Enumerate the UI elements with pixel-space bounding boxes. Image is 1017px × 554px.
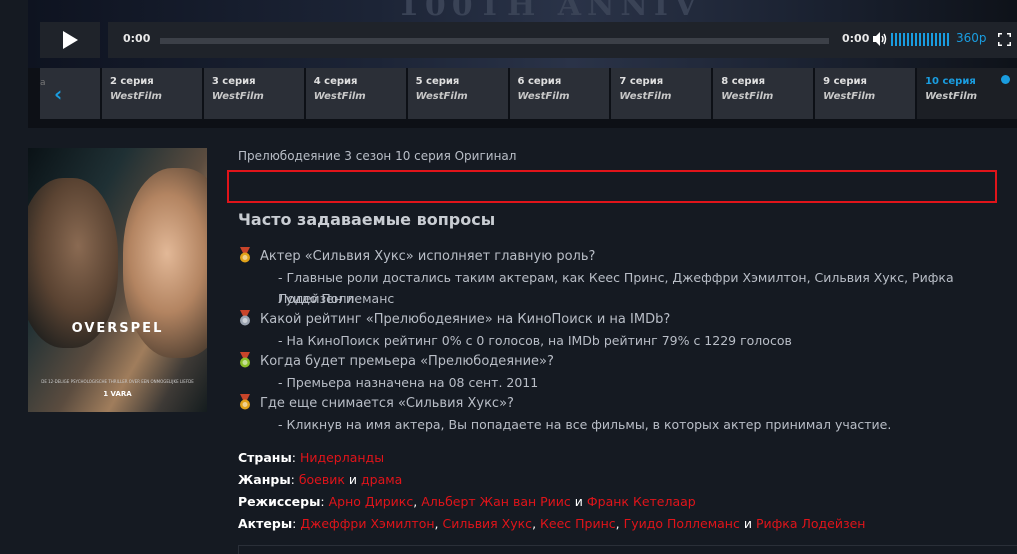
episode-studio: WestFilm	[211, 91, 264, 102]
directors-links: Арно Дирикс, Альберт Жан ван Риис и Фран…	[328, 494, 696, 509]
episode-studio: WestFilm	[721, 91, 774, 102]
faq-question: Актер «Сильвия Хукс» исполняет главную р…	[238, 246, 595, 267]
faq-question-text: Когда будет премьера «Прелюбодеяние»?	[260, 354, 554, 369]
episode-item[interactable]: 10 серия WestFilm	[917, 68, 1017, 119]
episode-item[interactable]: 9 серия WestFilm	[815, 68, 916, 119]
episode-number: 6 серия	[517, 76, 562, 87]
faq-answer: - Премьера назначена на 08 сент. 2011	[278, 375, 539, 390]
episode-item[interactable]: 4 серия WestFilm	[305, 68, 406, 119]
episode-strip: а ‹ 2 серия WestFilm 3 серия WestFilm 4 сери…	[40, 68, 1017, 119]
actors-link[interactable]: Рифка Лодейзен	[756, 516, 866, 531]
poster-logo: 1 VARA	[103, 390, 132, 398]
directors-row: Режиссеры: Арно Дирикс, Альберт Жан ван …	[238, 494, 696, 509]
genres-links: боевик и драма	[299, 472, 403, 487]
episode-number: 4 серия	[313, 76, 358, 87]
episode-studio: WestFilm	[313, 91, 366, 102]
actors-row: Актеры: Джеффри Хэмилтон, Сильвия Хукс, …	[238, 516, 866, 531]
directors-link[interactable]: Альберт Жан ван Риис	[421, 494, 571, 509]
active-indicator-icon	[1001, 75, 1011, 84]
episode-number: 8 серия	[721, 76, 766, 87]
episode-item[interactable]: 7 серия WestFilm	[611, 68, 712, 119]
conjunction-and: и	[574, 494, 583, 509]
chevron-left-icon: ‹	[54, 82, 63, 106]
episode-studio: WestFilm	[415, 91, 468, 102]
faq-answer: - Кликнув на имя актера, Вы попадаете на…	[278, 417, 892, 432]
current-time: 0:00	[123, 32, 151, 45]
prev-episode-fragment: а	[40, 78, 46, 88]
faq-question: Где еще снимается «Сильвия Хукс»?	[238, 393, 514, 414]
medal-icon	[240, 394, 250, 410]
volume-slider[interactable]	[891, 33, 949, 46]
fullscreen-icon[interactable]	[998, 33, 1011, 46]
conjunction-and: и	[743, 516, 752, 531]
faq-answer: - На КиноПоиск рейтинг 0% с 0 голосов, н…	[278, 333, 792, 348]
faq-question: Когда будет премьера «Прелюбодеяние»?	[238, 351, 554, 372]
episode-prev-button[interactable]: а ‹	[40, 68, 100, 119]
player-controls: 0:00 0:00 360p	[28, 22, 1017, 58]
play-icon	[63, 31, 78, 49]
countries-link[interactable]: Нидерланды	[300, 450, 384, 465]
faq-question-text: Актер «Сильвия Хукс» исполняет главную р…	[260, 249, 596, 264]
episode-number: 10 серия	[925, 76, 976, 87]
medal-icon	[240, 352, 250, 368]
genres-link[interactable]: драма	[361, 472, 402, 487]
conjunction-and: и	[348, 472, 358, 487]
actors-link[interactable]: Джеффри Хэмилтон	[300, 516, 434, 531]
episode-item[interactable]: 8 серия WestFilm	[713, 68, 814, 119]
episode-item[interactable]: 5 серия WestFilm	[407, 68, 508, 119]
episode-number: 7 серия	[619, 76, 664, 87]
play-button[interactable]	[40, 22, 100, 58]
actors-link[interactable]: Гуидо Поллеманс	[624, 516, 740, 531]
progress-bar[interactable]	[160, 38, 829, 44]
volume-icon[interactable]	[873, 32, 888, 46]
genres-label: Жанры	[238, 472, 291, 487]
actors-link[interactable]: Кеес Принс	[540, 516, 616, 531]
directors-label: Режиссеры	[238, 494, 321, 509]
page-subtitle: Прелюбодеяние 3 сезон 10 серия Оригинал	[238, 149, 517, 163]
actors-link[interactable]: Сильвия Хукс	[442, 516, 532, 531]
countries-label: Страны	[238, 450, 292, 465]
episode-studio: WestFilm	[619, 91, 672, 102]
directors-link[interactable]: Франк Кетелаар	[587, 494, 696, 509]
poster-tagline: DE 12-DELIGE PSYCHOLOGISCHE THRILLER OVE…	[41, 379, 194, 384]
episode-studio: WestFilm	[823, 91, 876, 102]
countries-row: Страны: Нидерланды	[238, 450, 385, 465]
faq-question-text: Какой рейтинг «Прелюбодеяние» на КиноПои…	[260, 312, 671, 327]
medal-icon	[240, 247, 250, 263]
episode-studio: WestFilm	[517, 91, 570, 102]
episode-number: 9 серия	[823, 76, 867, 87]
duration-time: 0:00	[842, 32, 870, 45]
poster-image: OVERSPEL DE 12-DELIGE PSYCHOLOGISCHE THR…	[28, 148, 207, 412]
faq-question-text: Где еще снимается «Сильвия Хукс»?	[260, 396, 514, 411]
episode-number: 5 серия	[415, 76, 460, 87]
actors-label: Актеры	[238, 516, 293, 531]
actors-links: Джеффри Хэмилтон, Сильвия Хукс, Кеес При…	[300, 516, 866, 531]
episode-studio: WestFilm	[925, 91, 978, 102]
video-frame-text: 100TH ANNIV	[398, 0, 704, 23]
genres-link[interactable]: боевик	[299, 472, 345, 487]
faq-answer-continued: Гуидо Поллеманс	[278, 291, 395, 306]
episode-number: 2 серия	[109, 76, 154, 87]
quality-selector[interactable]: 360p	[956, 31, 987, 45]
faq-heading: Часто задаваемые вопросы	[238, 210, 496, 229]
episode-item[interactable]: 2 серия WestFilm	[101, 68, 202, 119]
episode-number: 3 серия	[211, 76, 256, 87]
countries-links: Нидерланды	[300, 450, 384, 465]
seek-track: 0:00 0:00 360p	[108, 22, 1017, 58]
poster-title: OVERSPEL	[71, 321, 164, 336]
episode-item[interactable]: 3 серия WestFilm	[203, 68, 304, 119]
directors-link[interactable]: Арно Дирикс	[329, 494, 414, 509]
genres-row: Жанры: боевик и драма	[238, 472, 403, 487]
faq-question: Какой рейтинг «Прелюбодеяние» на КиноПои…	[238, 309, 670, 330]
ad-placeholder	[227, 170, 997, 203]
medal-icon	[240, 310, 250, 326]
episode-studio: WestFilm	[109, 91, 162, 102]
episode-item[interactable]: 6 серия WestFilm	[509, 68, 610, 119]
video-player[interactable]: 100TH ANNIV 0:00 0:00 360p а ‹ 2 серия W…	[28, 0, 1017, 128]
